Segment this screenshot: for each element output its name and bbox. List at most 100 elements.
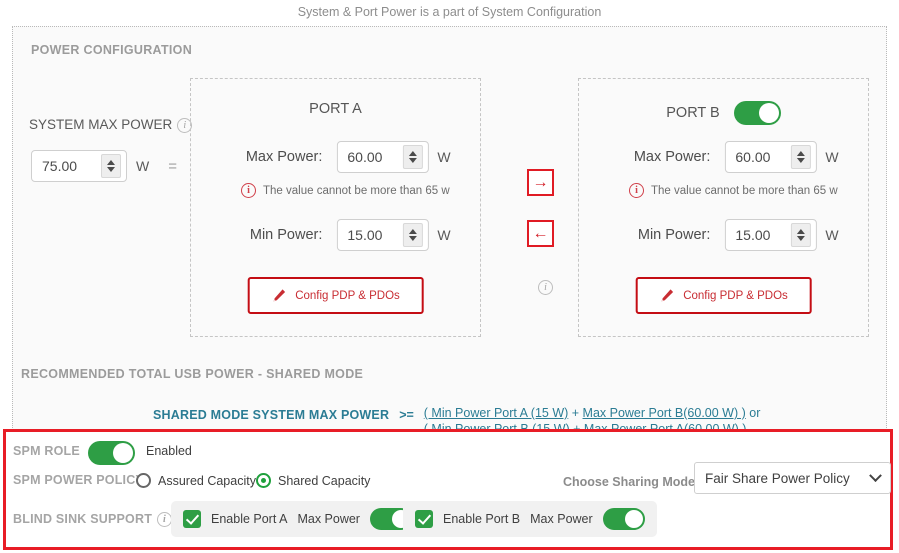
port-b-max-power-value: 60.00 <box>735 149 771 165</box>
formula-1-max-power-b: Max Power Port B(60.00 W) ) <box>582 406 746 420</box>
enable-port-b-label: Enable Port B <box>443 512 521 526</box>
chevron-down-icon[interactable] <box>107 167 115 172</box>
port-a-max-power-unit: W <box>437 149 451 165</box>
system-port-power-page: System & Port Power is a part of System … <box>0 0 899 553</box>
port-a-warning: i The value cannot be more than 65 w <box>236 183 450 198</box>
power-configuration-panel: POWER CONFIGURATION SYSTEM MAX POWER i 75… <box>12 26 887 436</box>
system-max-power-unit: W <box>136 158 150 174</box>
radio-assured-capacity[interactable]: Assured Capacity <box>136 473 256 488</box>
port-a-config-pdp-button[interactable]: Config PDP & PDOs <box>247 277 424 314</box>
chevron-up-icon[interactable] <box>796 151 805 156</box>
blind-sink-group-port-b: Enable Port B Max Power <box>403 501 657 537</box>
port-a-min-power-row: Min Power: 15.00 W <box>220 219 451 251</box>
chevron-up-icon[interactable] <box>408 229 417 234</box>
chevron-down-icon[interactable] <box>796 158 805 163</box>
sharing-mode-select[interactable]: Fair Share Power Policy <box>694 462 891 494</box>
copy-b-to-a-button[interactable]: ← <box>527 220 554 247</box>
port-a-max-power-row: Max Power: 60.00 W <box>220 141 451 173</box>
spm-role-toggle[interactable] <box>88 441 135 465</box>
port-a-warning-text: The value cannot be more than 65 w <box>263 184 450 197</box>
system-max-power-spin-buttons[interactable] <box>101 154 121 178</box>
port-b-max-power-unit: W <box>825 149 839 165</box>
port-a-config-pdp-label: Config PDP & PDOs <box>295 289 400 302</box>
port-b-config-pdp-label: Config PDP & PDOs <box>683 289 788 302</box>
blind-sink-group-port-a: Enable Port A Max Power <box>171 501 424 537</box>
chevron-up-icon[interactable] <box>408 151 417 156</box>
port-b-max-power-spin-buttons[interactable] <box>790 145 811 169</box>
port-a-min-power-label: Min Power: <box>249 227 323 243</box>
radio-shared-capacity-label: Shared Capacity <box>278 473 371 488</box>
arrow-right-icon: → <box>532 173 549 191</box>
chevron-down-icon[interactable] <box>869 468 882 482</box>
radio-assured-capacity-label: Assured Capacity <box>158 473 256 488</box>
info-circle-icon: i <box>241 183 256 198</box>
port-b-max-power-row: Max Power: 60.00 W <box>608 141 839 173</box>
blind-sink-support-label-text: BLIND SINK SUPPORT <box>13 512 153 526</box>
copy-a-to-b-button[interactable]: → <box>527 169 554 196</box>
chevron-up-icon[interactable] <box>796 229 805 234</box>
system-max-power-label: SYSTEM MAX POWER i <box>29 117 193 133</box>
port-a-max-power-toggle-label: Max Power <box>297 512 360 526</box>
port-b-min-power-spin-buttons[interactable] <box>790 223 811 247</box>
port-a-max-power-spin-buttons[interactable] <box>402 145 423 169</box>
spm-role-state-text: Enabled <box>146 444 192 458</box>
port-a-min-power-stepper[interactable]: 15.00 <box>336 219 429 251</box>
port-b-min-power-stepper[interactable]: 15.00 <box>724 219 817 251</box>
port-b-max-power-toggle-label: Max Power <box>530 512 593 526</box>
system-max-power-value: 75.00 <box>42 158 78 174</box>
port-b-max-power-label: Max Power: <box>633 149 711 165</box>
spm-role-label: SPM ROLE <box>13 444 80 458</box>
choose-sharing-mode-label: Choose Sharing Mode : <box>563 475 703 489</box>
power-configuration-title: POWER CONFIGURATION <box>31 43 193 57</box>
port-b-warning-text: The value cannot be more than 65 w <box>651 184 838 197</box>
formula-1-plus: + <box>568 406 583 420</box>
radio-circle-icon[interactable] <box>136 473 151 488</box>
chevron-down-icon[interactable] <box>796 236 805 241</box>
shared-mode-system-max-power-label: SHARED MODE SYSTEM MAX POWER <box>153 408 390 422</box>
port-b-title: PORT B <box>579 101 868 125</box>
port-b-config-pdp-button[interactable]: Config PDP & PDOs <box>635 277 812 314</box>
port-b-min-power-value: 15.00 <box>735 227 771 243</box>
port-a-min-power-unit: W <box>437 227 451 243</box>
sharing-mode-selected-value: Fair Share Power Policy <box>705 470 850 486</box>
blind-sink-support-label: BLIND SINK SUPPORT i <box>13 512 173 528</box>
port-a-max-power-label: Max Power: <box>245 149 323 165</box>
chevron-down-icon[interactable] <box>408 158 417 163</box>
port-a-max-power-stepper[interactable]: 60.00 <box>336 141 429 173</box>
system-max-power-label-text: SYSTEM MAX POWER <box>29 117 173 132</box>
pencil-icon <box>661 289 673 302</box>
port-b-min-power-unit: W <box>825 227 839 243</box>
transfer-info-icon[interactable]: i <box>538 280 553 295</box>
system-max-power-stepper[interactable]: 75.00 <box>31 150 127 182</box>
port-a-min-power-value: 15.00 <box>347 227 383 243</box>
arrow-left-icon: ← <box>532 224 549 242</box>
page-header-note: System & Port Power is a part of System … <box>297 5 602 19</box>
spm-power-policy-label: SPM POWER POLICY <box>13 473 144 487</box>
formula-line-1: ( Min Power Port A (15 W) + Max Power Po… <box>424 406 761 420</box>
port-a-max-power-value: 60.00 <box>347 149 383 165</box>
enable-port-a-checkbox[interactable] <box>183 510 201 528</box>
port-b-max-power-stepper[interactable]: 60.00 <box>724 141 817 173</box>
port-b-card: PORT B Max Power: 60.00 W i The value ca… <box>578 78 869 337</box>
chevron-up-icon[interactable] <box>107 160 115 165</box>
port-a-card: PORT A Max Power: 60.00 W i The value ca… <box>190 78 481 337</box>
equals-sign: = <box>168 157 177 175</box>
port-b-title-text: PORT B <box>666 105 720 121</box>
info-circle-icon: i <box>629 183 644 198</box>
recommended-total-usb-power-title: RECOMMENDED TOTAL USB POWER - SHARED MOD… <box>21 367 364 381</box>
chevron-down-icon[interactable] <box>408 236 417 241</box>
port-b-min-power-label: Min Power: <box>637 227 711 243</box>
radio-circle-selected-icon[interactable] <box>256 473 271 488</box>
port-b-enable-toggle[interactable] <box>733 101 781 125</box>
port-a-min-power-spin-buttons[interactable] <box>402 223 423 247</box>
radio-shared-capacity[interactable]: Shared Capacity <box>256 473 370 488</box>
port-a-title: PORT A <box>191 101 480 117</box>
greater-equal-operator: >= <box>399 408 414 422</box>
formula-1-min-power-a: ( Min Power Port A (15 W) <box>423 406 569 420</box>
port-b-min-power-row: Min Power: 15.00 W <box>608 219 839 251</box>
blind-sink-info-icon[interactable]: i <box>157 512 173 528</box>
port-a-title-text: PORT A <box>309 101 362 117</box>
pencil-icon <box>273 289 285 302</box>
port-b-max-power-toggle[interactable] <box>602 508 645 530</box>
enable-port-b-checkbox[interactable] <box>415 510 433 528</box>
